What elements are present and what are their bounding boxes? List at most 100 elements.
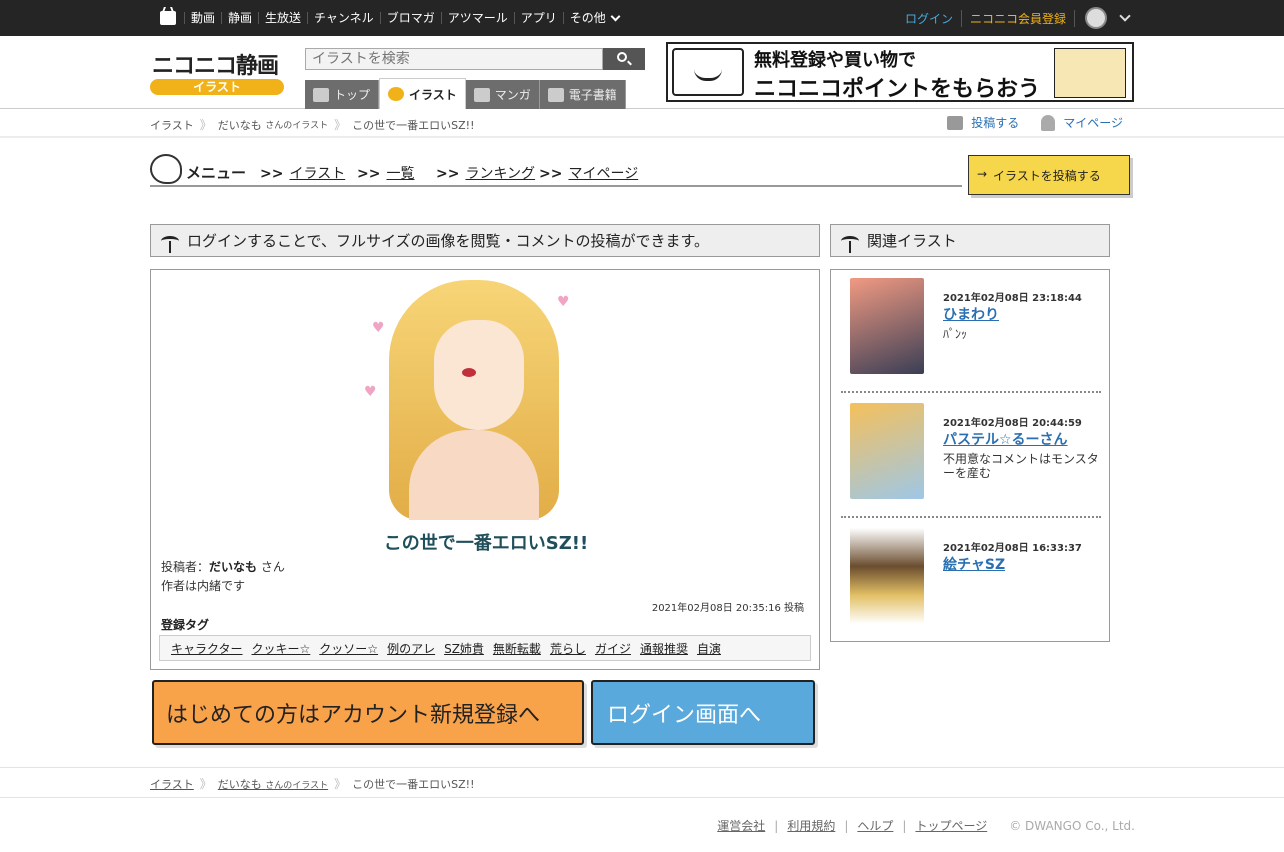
tag-item[interactable]: 通報推奨: [640, 640, 688, 657]
related-header: 関連イラスト: [830, 224, 1110, 257]
posted-timestamp: 2021年02月08日 20:35:16 投稿: [651, 603, 804, 614]
breadcrumb: イラスト 》 だいなも さんのイラスト 》 この世で一番エロいSZ!!: [150, 775, 474, 792]
nav-app[interactable]: アプリ: [513, 12, 563, 24]
illust-eye: [462, 368, 476, 377]
coin-sign-icon: [1054, 48, 1126, 98]
menu-link-label: 一覧: [386, 166, 415, 182]
footer-separator: |: [844, 818, 849, 833]
illust-image[interactable]: ♥ ♥ ♥: [364, 280, 570, 520]
breadcrumb-user-suffix[interactable]: さんのイラスト: [265, 118, 328, 131]
login-screen-button[interactable]: ログイン画面へ: [591, 680, 815, 745]
tag-item[interactable]: 自演: [697, 640, 721, 657]
menu-link-list[interactable]: >> 一覧: [357, 163, 414, 183]
tag-item[interactable]: キャラクター: [171, 640, 243, 657]
nav-seiga[interactable]: 静画: [221, 12, 258, 24]
tag-item[interactable]: 例のアレ: [387, 640, 435, 657]
account-area: ログイン ニコニコ会員登録: [905, 0, 1131, 36]
related-name[interactable]: パステル☆るーさん: [943, 429, 1068, 449]
user-icon: [1041, 114, 1056, 131]
related-thumbnail[interactable]: [850, 528, 924, 624]
niconico-tv-icon[interactable]: [160, 11, 176, 25]
palette-icon: [150, 154, 182, 184]
tag-item[interactable]: 無断転載: [493, 640, 541, 657]
nav-atsumaru[interactable]: アツマール: [440, 12, 514, 24]
search-button[interactable]: [603, 48, 645, 70]
footer-help-link[interactable]: ヘルプ: [857, 817, 893, 834]
related-name[interactable]: ひまわり: [943, 304, 999, 324]
tab-ebook-label: 電子書籍: [568, 88, 617, 102]
menu-link-ranking[interactable]: >> ランキング: [436, 163, 535, 183]
breadcrumb-separator-icon: 》: [199, 118, 212, 132]
breadcrumb-root[interactable]: イラスト: [150, 776, 194, 792]
footer-terms-link[interactable]: 利用規約: [787, 817, 835, 834]
poster-suffix: さん: [260, 560, 285, 574]
nav-channel[interactable]: チャンネル: [307, 12, 380, 24]
logo-text: ニコニコ静画: [152, 54, 279, 79]
illust-title: この世で一番エロいSZ!!: [383, 533, 589, 554]
footer-top-link[interactable]: トップページ: [915, 817, 987, 834]
related-name[interactable]: 絵チャSZ: [943, 554, 1005, 574]
related-thumbnail[interactable]: [850, 278, 924, 374]
login-link[interactable]: ログイン: [905, 9, 962, 27]
manga-icon: [473, 87, 490, 102]
menu-underline: [150, 185, 962, 187]
chevron-down-icon: [610, 11, 621, 21]
breadcrumb-root[interactable]: イラスト: [150, 117, 194, 133]
poster-label: 投稿者：: [161, 560, 210, 574]
ad-banner[interactable]: 無料登録や買い物で ニコニコポイントをもらおう: [666, 42, 1134, 102]
mypage-link[interactable]: マイページ: [1063, 114, 1123, 131]
register-link[interactable]: ニコニコ会員登録: [962, 9, 1075, 27]
breadcrumb-separator-icon: 》: [334, 118, 347, 132]
register-account-button[interactable]: はじめての方はアカウント新規登録へ: [152, 680, 584, 745]
breadcrumb-user: だいなも: [217, 777, 262, 791]
nav-blomaga[interactable]: ブロマガ: [379, 12, 441, 24]
seiga-logo[interactable]: ニコニコ静画 イラスト: [150, 48, 285, 96]
tab-top[interactable]: トップ: [305, 80, 380, 109]
related-date: 2021年02月08日 23:18:44: [943, 293, 1082, 304]
footer-separator: |: [774, 818, 779, 833]
menu-prefix: >>: [436, 166, 460, 182]
nav-more-label: その他: [569, 11, 606, 25]
post-illust-button[interactable]: イラストを投稿する: [968, 155, 1130, 195]
breadcrumb-current: この世で一番エロいSZ!!: [352, 777, 475, 791]
nav-more[interactable]: その他: [562, 11, 623, 25]
upload-icon: [947, 115, 964, 130]
copyright: © DWANGO Co., Ltd.: [1009, 818, 1135, 833]
search-icon: [617, 52, 627, 62]
post-link[interactable]: 投稿する: [971, 114, 1019, 131]
list-item: 2021年02月08日 16:33:37 絵チャSZ: [841, 528, 1101, 652]
avatar[interactable]: [1085, 7, 1107, 29]
tag-item[interactable]: SZ姉貴: [444, 640, 484, 657]
tag-item[interactable]: クッキー☆: [252, 640, 311, 657]
banner-line2: ニコニコポイントをもらおう: [754, 77, 1041, 102]
global-nav-bar: 動画 静画 生放送 チャンネル ブロマガ アツマール アプリ その他 ログイン …: [0, 0, 1284, 36]
menu-prefix: >>: [260, 166, 284, 182]
menu-link-mypage[interactable]: >> マイページ: [539, 163, 638, 183]
menu-link-label: イラスト: [289, 166, 346, 182]
tab-manga[interactable]: マンガ: [465, 80, 540, 109]
tab-illust[interactable]: イラスト: [379, 78, 466, 109]
nav-live[interactable]: 生放送: [258, 12, 307, 24]
breadcrumb-user-link[interactable]: だいなも さんのイラスト: [218, 776, 328, 792]
poster-name[interactable]: だいなも: [209, 560, 257, 574]
related-thumbnail[interactable]: [850, 403, 924, 499]
search-input[interactable]: [305, 48, 603, 70]
tag-item[interactable]: 荒らし: [550, 640, 586, 657]
sprout-icon: [841, 235, 859, 253]
menu-link-illust[interactable]: >> イラスト: [260, 163, 345, 183]
breadcrumb: イラスト 》 だいなも さんのイラスト 》 この世で一番エロいSZ!!: [150, 116, 474, 133]
tv-chan-icon: [672, 48, 744, 96]
tab-ebook[interactable]: 電子書籍: [539, 80, 626, 109]
breadcrumb-user[interactable]: だいなも: [218, 117, 262, 133]
footer-company-link[interactable]: 運営会社: [717, 817, 765, 834]
chevron-down-icon[interactable]: [1119, 10, 1131, 22]
tags-label: 登録タグ: [161, 618, 210, 632]
tag-list: キャラクター クッキー☆ クッソー☆ 例のアレ SZ姉貴 無断転載 荒らし ガイ…: [159, 635, 811, 661]
breadcrumb-current: この世で一番エロいSZ!!: [352, 118, 475, 132]
login-notice-header: ログインすることで、フルサイズの画像を閲覧・コメントの投稿ができます。: [150, 224, 820, 257]
tag-item[interactable]: ガイジ: [595, 640, 631, 657]
nav-douga[interactable]: 動画: [184, 12, 221, 24]
menu-prefix: >>: [539, 166, 563, 182]
tab-top-label: トップ: [334, 88, 371, 102]
tag-item[interactable]: クッソー☆: [319, 640, 378, 657]
